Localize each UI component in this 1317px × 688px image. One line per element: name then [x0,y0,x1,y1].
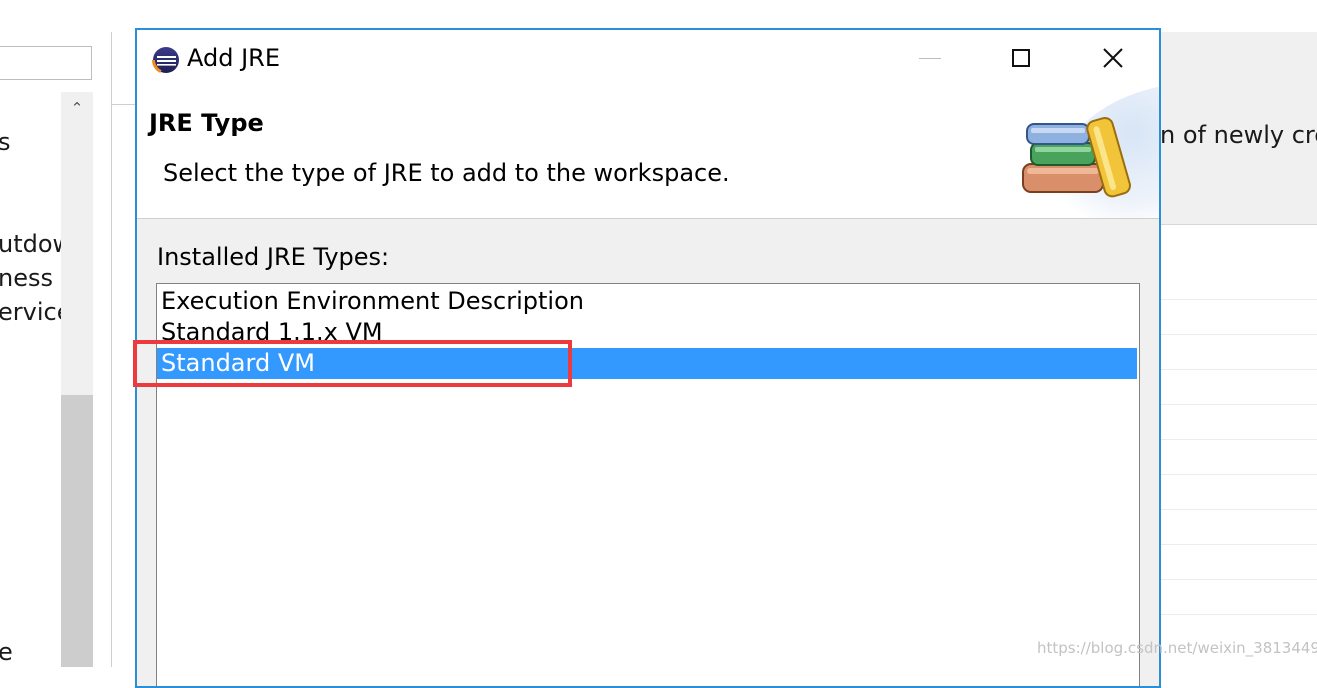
background-table-row [1160,579,1317,580]
background-table-row [1160,299,1317,300]
background-table-row [1160,544,1317,545]
wizard-title: JRE Type [149,109,264,137]
maximize-icon [1012,49,1030,67]
background-table-row [1160,404,1317,405]
background-table-row [1160,369,1317,370]
background-preferences-panel: n of newly crea [1160,32,1317,667]
annotation-highlight [133,340,572,387]
close-icon [1103,48,1123,68]
background-table-row [1160,334,1317,335]
background-panel-header: n of newly crea [1160,32,1317,225]
books-icon [1022,86,1159,218]
background-table-row [1160,439,1317,440]
wizard-header: JRE Type Select the type of JRE to add t… [137,86,1159,219]
background-scrollbar[interactable]: ⌃ [61,92,93,667]
dialog-titlebar[interactable]: Add JRE [137,30,1159,86]
background-tree-label: e [0,638,13,666]
list-item[interactable]: Execution Environment Description [157,286,1137,317]
installed-jre-types-label: Installed JRE Types: [157,243,390,271]
background-divider [112,104,136,105]
scrollbar-thumb[interactable] [61,395,93,667]
background-search-field[interactable] [0,46,92,80]
background-tree-label: s [0,128,11,156]
minimize-icon [919,57,941,59]
background-panel-description: n of newly crea [1160,121,1317,149]
background-divider [111,32,112,667]
background-table-row [1160,474,1317,475]
background-table-row [1160,509,1317,510]
minimize-button[interactable] [907,30,953,86]
wizard-description: Select the type of JRE to add to the wor… [163,159,730,187]
background-table-row [1160,614,1317,615]
dialog-title: Add JRE [187,44,281,72]
maximize-button[interactable] [998,30,1044,86]
scroll-up-icon[interactable]: ⌃ [61,98,93,118]
eclipse-icon [152,47,179,73]
close-button[interactable] [1090,30,1136,86]
watermark: https://blog.csdn.net/weixin_38134491 [1037,639,1317,657]
